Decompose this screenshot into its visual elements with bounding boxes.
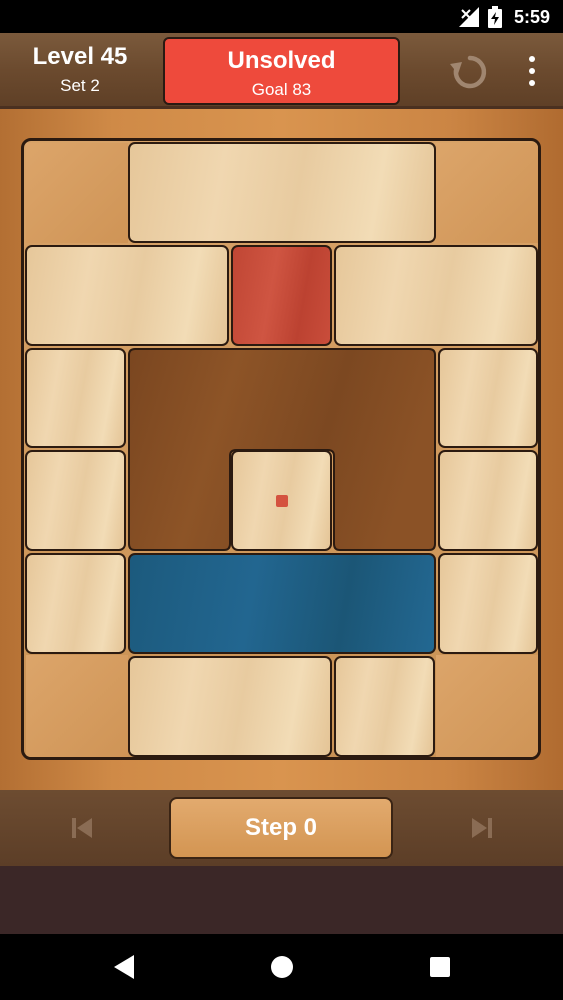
level-title: Level 45 — [32, 43, 128, 70]
tile-red-square[interactable] — [231, 245, 332, 346]
goal-label: Goal 83 — [251, 80, 312, 99]
tile-bottom-wide[interactable] — [128, 656, 332, 757]
tile-left-2[interactable] — [25, 450, 126, 551]
skip-next-icon[interactable] — [470, 817, 494, 839]
level-info: Level 45 Set 2 — [20, 43, 140, 96]
solve-status-badge: Unsolved Goal 83 — [163, 37, 400, 105]
tile-right-3[interactable] — [438, 553, 538, 654]
menu-dot-icon — [529, 56, 535, 62]
home-circle-icon[interactable] — [271, 956, 293, 978]
battery-charging-icon — [488, 6, 502, 28]
tile-bottom-small[interactable] — [334, 656, 435, 757]
bottom-spacer — [0, 866, 563, 934]
tile-right-2[interactable] — [438, 450, 538, 551]
puzzle-board — [21, 138, 541, 760]
overflow-menu-button[interactable] — [520, 53, 544, 89]
tile-blue-bar[interactable] — [128, 553, 436, 654]
tile-row2-left-wide[interactable] — [25, 245, 229, 346]
tile-right-1[interactable] — [438, 348, 538, 448]
set-label: Set 2 — [60, 76, 100, 95]
goal-target-marker — [276, 495, 288, 507]
tile-left-1[interactable] — [25, 348, 126, 448]
skip-previous-icon[interactable] — [70, 817, 94, 839]
system-nav-bar — [0, 934, 563, 1000]
step-counter-button[interactable]: Step 0 — [169, 797, 393, 859]
menu-dot-icon — [529, 68, 535, 74]
status-title: Unsolved — [227, 47, 336, 74]
empty-cell — [26, 655, 128, 757]
empty-cell — [436, 655, 538, 757]
tile-left-3[interactable] — [25, 553, 126, 654]
recents-square-icon[interactable] — [430, 957, 450, 977]
step-footer: Step 0 — [0, 790, 563, 866]
empty-cell — [26, 143, 128, 243]
back-triangle-icon[interactable] — [114, 955, 134, 979]
no-signal-icon — [459, 7, 479, 27]
menu-dot-icon — [529, 80, 535, 86]
clock-time: 5:59 — [514, 7, 551, 27]
game-header: Level 45 Set 2 Unsolved Goal 83 — [0, 33, 563, 109]
status-bar: 5:59 — [0, 0, 563, 33]
reset-icon[interactable] — [448, 50, 492, 94]
tile-row2-right-wide[interactable] — [334, 245, 538, 346]
tile-top-wide[interactable] — [128, 142, 436, 243]
empty-cell — [436, 143, 538, 243]
